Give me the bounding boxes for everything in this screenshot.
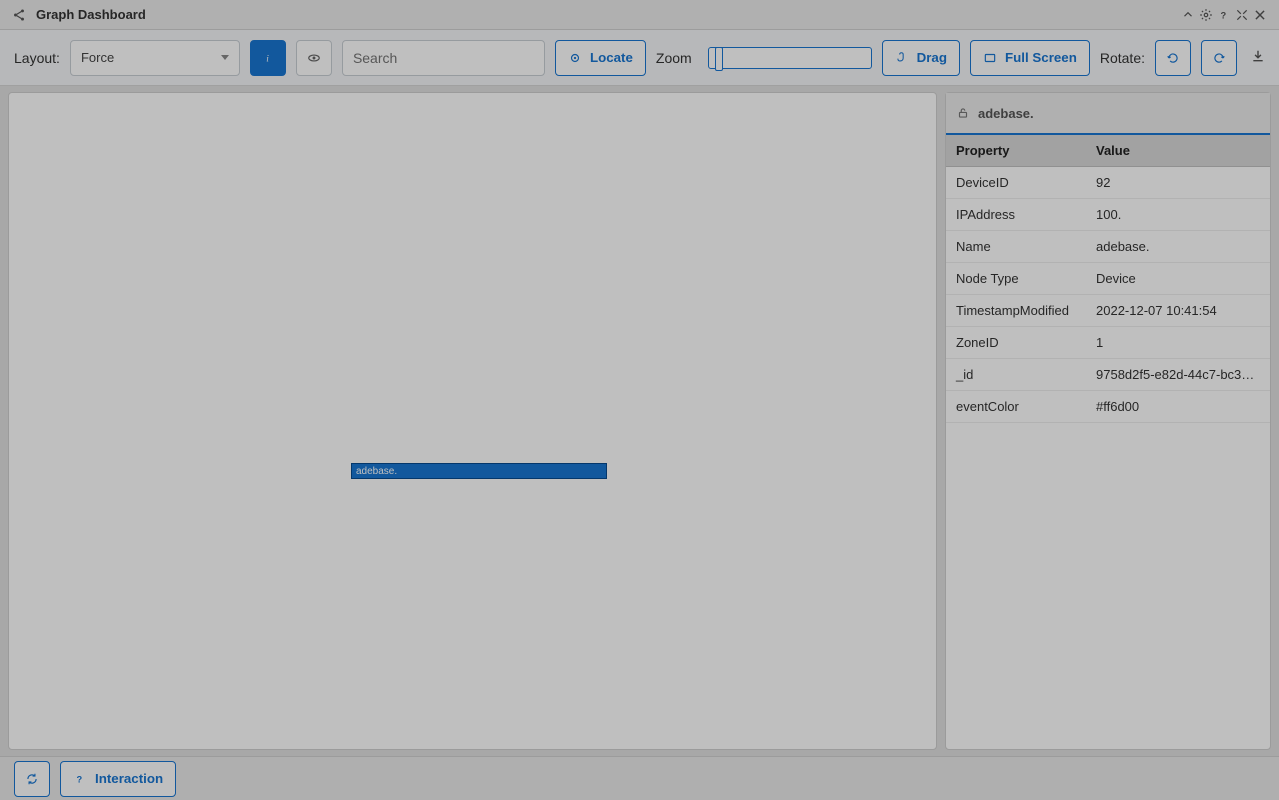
details-panel: adebase. Property Value DeviceID92IPAddr…: [945, 92, 1271, 750]
info-button[interactable]: i: [250, 40, 286, 76]
prop-value: 1: [1086, 327, 1270, 359]
prop-key: Node Type: [946, 263, 1086, 295]
prop-value: 2022-12-07 10:41:54: [1086, 295, 1270, 327]
table-row: TimestampModified2022-12-07 10:41:54: [946, 295, 1270, 327]
prop-value: 92: [1086, 167, 1270, 199]
prop-value: #ff6d00: [1086, 391, 1270, 423]
search-input[interactable]: [342, 40, 545, 76]
details-title: adebase.: [978, 106, 1034, 121]
prop-value: adebase.: [1086, 231, 1270, 263]
layout-label: Layout:: [14, 50, 60, 66]
table-row: ZoneID1: [946, 327, 1270, 359]
table-row: _id9758d2f5-e82d-44c7-bc36-fab: [946, 359, 1270, 391]
help-icon[interactable]: ?: [1215, 6, 1233, 24]
visibility-button[interactable]: [296, 40, 332, 76]
zoom-label: Zoom: [656, 50, 692, 66]
graph-canvas-container[interactable]: adebase.: [8, 92, 937, 750]
table-row: DeviceID92: [946, 167, 1270, 199]
selected-node-label[interactable]: adebase.: [351, 463, 607, 479]
prop-value: 100.: [1086, 199, 1270, 231]
window-title: Graph Dashboard: [36, 7, 146, 22]
prop-key: Name: [946, 231, 1086, 263]
rotate-ccw-button[interactable]: [1155, 40, 1191, 76]
prop-key: _id: [946, 359, 1086, 391]
share-icon: [10, 6, 28, 24]
prop-value: 9758d2f5-e82d-44c7-bc36-fab: [1086, 359, 1270, 391]
table-row: Nameadebase.: [946, 231, 1270, 263]
prop-key: IPAddress: [946, 199, 1086, 231]
layout-select[interactable]: Force: [70, 40, 240, 76]
svg-text:?: ?: [1221, 10, 1227, 20]
interaction-button[interactable]: ? Interaction: [60, 761, 176, 797]
properties-table: Property Value DeviceID92IPAddress100.Na…: [946, 135, 1270, 423]
svg-text:?: ?: [77, 774, 83, 784]
window-header: Graph Dashboard ?: [0, 0, 1279, 30]
close-icon[interactable]: [1251, 6, 1269, 24]
locate-label: Locate: [590, 50, 633, 65]
fullscreen-label: Full Screen: [1005, 50, 1077, 65]
refresh-button[interactable]: [14, 761, 50, 797]
zoom-slider[interactable]: [702, 40, 872, 76]
prop-key: eventColor: [946, 391, 1086, 423]
gear-icon[interactable]: [1197, 6, 1215, 24]
prop-key: ZoneID: [946, 327, 1086, 359]
prop-key: TimestampModified: [946, 295, 1086, 327]
col-value: Value: [1086, 135, 1270, 167]
locate-button[interactable]: Locate: [555, 40, 646, 76]
graph-svg[interactable]: [9, 93, 309, 243]
toolbar: Layout: Force i Locate Zoom Drag Full Sc…: [0, 30, 1279, 86]
collapse-icon[interactable]: [1179, 6, 1197, 24]
drag-label: Drag: [917, 50, 947, 65]
expand-icon[interactable]: [1233, 6, 1251, 24]
table-row: Node TypeDevice: [946, 263, 1270, 295]
prop-key: DeviceID: [946, 167, 1086, 199]
main-area: adebase. adebase. Property Value DeviceI…: [0, 86, 1279, 756]
footer: ? Interaction: [0, 756, 1279, 800]
interaction-label: Interaction: [95, 771, 163, 786]
download-icon[interactable]: [1251, 49, 1265, 66]
svg-text:i: i: [266, 54, 269, 64]
unlock-icon: [956, 106, 970, 120]
prop-value: Device: [1086, 263, 1270, 295]
fullscreen-button[interactable]: Full Screen: [970, 40, 1090, 76]
details-header: adebase.: [946, 93, 1270, 135]
layout-value: Force: [81, 50, 114, 65]
drag-button[interactable]: Drag: [882, 40, 960, 76]
zoom-handle[interactable]: [715, 47, 723, 71]
chevron-down-icon: [221, 55, 229, 60]
col-property: Property: [946, 135, 1086, 167]
table-row: eventColor#ff6d00: [946, 391, 1270, 423]
table-row: IPAddress100.: [946, 199, 1270, 231]
rotate-label: Rotate:: [1100, 50, 1145, 66]
rotate-cw-button[interactable]: [1201, 40, 1237, 76]
